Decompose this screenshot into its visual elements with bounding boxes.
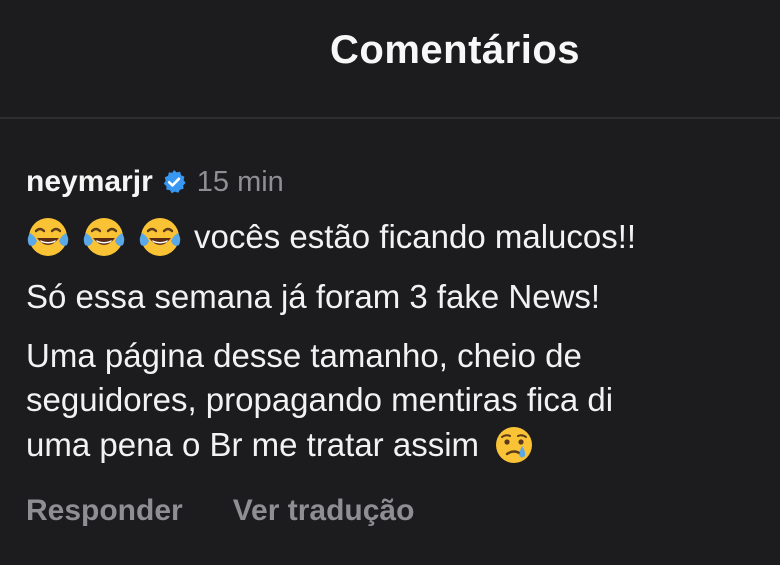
comment-line-1: vocês estão ficando malucos!! <box>26 215 636 259</box>
comment-meta: neymarjr 15 min <box>26 164 284 200</box>
comment-text-line-3: Uma página desse tamanho, cheio de <box>26 337 582 374</box>
comment-username[interactable]: neymarjr <box>26 165 153 199</box>
reply-button[interactable]: Responder <box>26 494 183 528</box>
comment-line-5: uma pena o Br me tratar assim <box>26 424 535 466</box>
see-translation-button[interactable]: Ver tradução <box>233 494 415 528</box>
face-with-tears-of-joy-icon <box>26 215 70 259</box>
crying-face-icon <box>493 424 535 466</box>
comment-actions: Responder Ver tradução <box>26 494 414 528</box>
comment-item: neymarjr 15 min vocês estão ficando malu… <box>0 0 780 565</box>
comment-text-line-4: seguidores, propagando mentiras fica di <box>26 381 614 418</box>
comment-text-line-2: Só essa semana já foram 3 fake News! <box>26 278 601 315</box>
face-with-tears-of-joy-icon <box>82 215 126 259</box>
verified-badge-icon <box>161 169 187 195</box>
face-with-tears-of-joy-icon <box>138 215 182 259</box>
comment-text-line-1: vocês estão ficando malucos!! <box>194 218 637 255</box>
comment-text-line-5: uma pena o Br me tratar assim <box>26 426 480 463</box>
comment-timestamp: 15 min <box>196 165 284 198</box>
